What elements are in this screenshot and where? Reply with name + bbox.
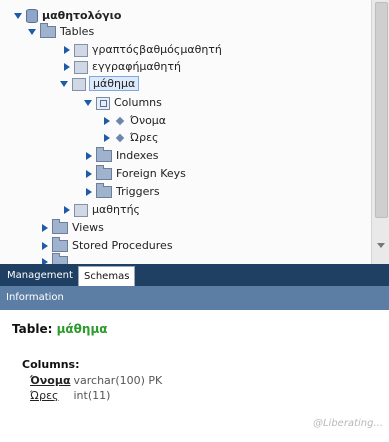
tree-item-table-selected[interactable]: μάθημα [60,76,140,92]
columns-icon [96,96,110,110]
folder-icon [96,165,112,180]
column-name[interactable]: Ώρες [30,389,70,402]
column-row: Όνομα varchar(100) PK [30,374,162,387]
table-title: Table: μάθημα [12,322,108,336]
tree-item-tables[interactable]: Tables [28,23,94,40]
columns-heading: Columns: [22,358,80,371]
information-title: Information [6,292,64,303]
tree-item-schema[interactable]: μαθητολόγιο [14,8,121,24]
collapse-arrow-icon[interactable] [64,46,70,54]
column-type: varchar(100) PK [73,374,163,387]
column-icon [115,116,125,126]
scrollbar-thumb[interactable] [375,2,388,218]
table-icon [74,43,88,57]
table-icon [72,77,86,91]
tree-item-columns[interactable]: Columns [84,95,162,111]
tree-item-table[interactable]: μαθητής [62,202,140,218]
collapse-arrow-icon[interactable] [64,63,70,71]
table-icon [74,60,88,74]
collapse-arrow-icon[interactable] [42,224,48,232]
expand-arrow-icon[interactable] [14,13,22,19]
folder-icon [52,253,68,264]
tree-item-table[interactable]: εγγραφήμαθητή [62,59,181,75]
tree-item-triggers[interactable]: Triggers [84,183,160,200]
expand-arrow-icon[interactable] [60,81,68,87]
column-icon [115,133,125,143]
folder-icon [96,147,112,162]
collapse-arrow-icon[interactable] [64,206,70,214]
collapse-arrow-icon[interactable] [86,170,92,178]
information-bar: Information [0,286,389,310]
folder-icon [52,237,68,252]
panel-tab-bar: Management Schemas [0,264,389,286]
column-name[interactable]: Όνομα [30,374,71,387]
scroll-down-arrow-icon[interactable] [377,243,385,248]
tree-scrollbar[interactable] [371,0,389,264]
tree-item-column[interactable]: Όνομα [102,113,166,129]
folder-icon [40,23,56,38]
expand-arrow-icon[interactable] [84,100,92,106]
column-type: int(11) [73,389,111,402]
schema-tree[interactable]: μαθητολόγιο Tables γραπτόςβαθμόςμαθητή ε… [0,0,371,264]
collapse-arrow-icon[interactable] [104,134,110,142]
collapse-arrow-icon[interactable] [42,242,48,250]
tree-item-views[interactable]: Views [40,219,104,236]
column-row: Ώρες int(11) [30,389,110,402]
table-name: μάθημα [56,322,108,336]
folder-icon [96,183,112,198]
tree-item-stored-procedures[interactable]: Stored Procedures [40,237,173,254]
tree-item-column[interactable]: Ώρες [102,130,158,146]
table-icon [74,203,88,217]
table-prefix: Table: [12,322,53,336]
collapse-arrow-icon[interactable] [104,117,110,125]
watermark: @Liberating... [312,418,383,429]
tree-item-indexes[interactable]: Indexes [84,147,158,164]
collapse-arrow-icon[interactable] [86,152,92,160]
folder-icon [52,219,68,234]
collapse-arrow-icon[interactable] [86,188,92,196]
tab-schemas[interactable]: Schemas [78,266,136,286]
tree-item-foreign-keys[interactable]: Foreign Keys [84,165,186,182]
tab-management[interactable]: Management [2,266,78,286]
tree-item-partial [40,253,72,264]
tree-item-table[interactable]: γραπτόςβαθμόςμαθητή [62,42,222,58]
database-icon [26,9,38,23]
expand-arrow-icon[interactable] [28,29,36,35]
